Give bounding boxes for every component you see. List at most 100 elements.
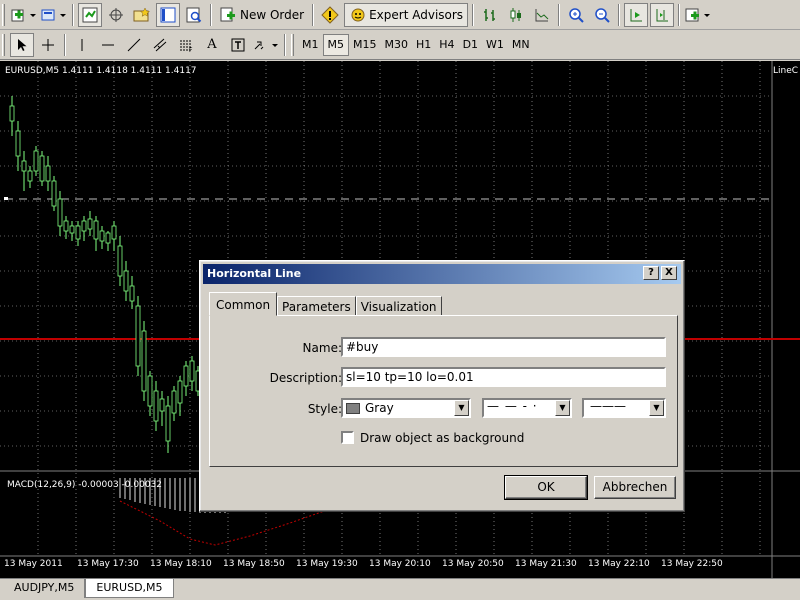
candle-body [69,225,75,234]
timeframe-d1[interactable]: D1 [459,34,482,56]
candlestick-icon[interactable] [504,3,528,27]
profiles-icon[interactable] [40,3,68,27]
color-swatch [346,403,360,414]
help-button[interactable]: ? [643,266,659,280]
zoom-out-icon[interactable] [590,3,614,27]
crosshair-icon[interactable] [36,33,60,57]
expert-advisors-label: Expert Advisors [369,7,464,22]
chart-tab-eurusd[interactable]: EURUSD,M5 [85,579,174,598]
expert-advisors-button[interactable]: Expert Advisors [344,2,469,27]
horizontal-line-dialog: Horizontal Line ? X Common Parameters Vi… [199,260,685,512]
tester-icon[interactable] [182,3,206,27]
candle-body [51,180,57,207]
candle-body [153,390,159,422]
separator [64,33,66,56]
vertical-line-icon[interactable] [70,33,94,57]
common-tab-panel: Name: #buy Description: sl=10 tp=10 lo=0… [209,315,678,467]
cursor-arrow-icon[interactable] [10,32,34,57]
fibonacci-icon[interactable]: F [174,33,198,57]
time-label: 13 May 20:10 [369,559,431,569]
timeframe-m5[interactable]: M5 [322,33,349,56]
time-label: 13 May 21:30 [515,559,577,569]
arrows-dropdown-icon[interactable] [252,33,280,57]
separator [210,3,212,26]
tab-parameters[interactable]: Parameters [277,296,356,316]
name-field[interactable]: #buy [341,337,666,357]
candle-body [27,170,33,182]
toolbar-grip[interactable] [2,3,5,26]
bar-chart-icon[interactable] [478,3,502,27]
main-toolbar: New Order Expert Advisors [0,0,800,30]
line-style-value: — — - · [487,399,538,413]
time-label: 13 May 22:50 [661,559,723,569]
trendline-icon[interactable] [122,33,146,57]
candle-body [171,390,177,414]
expert-advisors-icon [351,8,365,21]
time-label: 13 May 22:10 [588,559,650,569]
ok-button[interactable]: OK [504,475,588,500]
toolbar-grip[interactable] [2,33,5,56]
timeframe-h1[interactable]: H1 [412,34,435,56]
chevron-down-icon[interactable]: ▼ [555,400,570,416]
metaeditor-icon[interactable] [318,3,342,27]
chart-shift-icon[interactable] [650,2,675,27]
close-button[interactable]: X [661,266,677,280]
draw-background-checkbox[interactable] [341,431,354,444]
candle-body [33,150,39,172]
chart-tab-audjpy[interactable]: AUDJPY,M5 [4,579,86,598]
auto-scroll-icon[interactable] [624,2,649,27]
line-style-select[interactable]: — — - · ▼ [482,398,572,418]
crosshair-target-icon[interactable] [104,3,128,27]
time-label: 13 May 2011 [4,559,63,569]
timeframe-h4[interactable]: H4 [435,34,458,56]
text-label-icon[interactable] [226,33,250,57]
color-value: Gray [365,401,394,415]
terminal-icon[interactable] [156,2,180,27]
new-order-button[interactable]: New Order [216,3,308,27]
draw-background-label: Draw object as background [360,431,525,445]
candle-body [39,155,45,182]
market-watch-icon[interactable] [78,2,102,27]
tab-visualization[interactable]: Visualization [355,296,442,316]
description-field[interactable]: sl=10 tp=10 lo=0.01 [341,367,666,387]
level-marker [4,197,8,200]
chevron-down-icon[interactable]: ▼ [454,400,469,416]
text-tool-icon[interactable]: A [200,33,224,57]
equidistant-channel-icon[interactable] [148,33,172,57]
timeframe-m15[interactable]: M15 [349,34,381,56]
macd-label: MACD(12,26,9) -0.00003 -0.00032 [7,480,163,490]
separator [284,33,286,56]
tab-common[interactable]: Common [209,292,278,316]
toolbar-grip[interactable] [291,33,294,56]
chart-symbol-info: EURUSD,M5 1.4111 1.4118 1.4111 1.4117 [5,66,197,76]
candle-body [75,225,81,240]
candle-body [105,232,111,244]
separator [558,3,561,26]
line-width-select[interactable]: ——— ▼ [582,398,666,418]
cancel-button[interactable]: Abbrechen [594,476,676,499]
time-label: 13 May 17:30 [77,559,139,569]
separator [678,3,681,26]
candle-body [117,245,123,277]
timeframe-w1[interactable]: W1 [482,34,508,56]
candle-body [135,305,141,367]
description-label: Description: [269,371,342,385]
new-chart-icon[interactable] [10,3,38,27]
navigator-star-icon[interactable] [130,3,154,27]
horizontal-line-icon[interactable] [96,33,120,57]
color-select[interactable]: Gray ▼ [341,398,471,418]
dialog-title-bar[interactable]: Horizontal Line ? X [203,264,681,284]
chevron-down-icon[interactable]: ▼ [649,400,664,416]
timeframe-m1[interactable]: M1 [298,34,323,56]
candle-body [183,365,189,387]
candle-body [141,330,147,392]
chart-tabs: AUDJPY,M5 EURUSD,M5 [0,578,800,600]
zoom-in-icon[interactable] [564,3,588,27]
text-tool-label: A [207,37,217,52]
timeframe-mn[interactable]: MN [508,34,534,56]
timeframe-m30[interactable]: M30 [381,34,413,56]
candle-body [99,230,105,242]
candle-body [189,360,195,382]
indicators-icon[interactable] [684,3,712,27]
line-chart-icon[interactable] [530,3,554,27]
